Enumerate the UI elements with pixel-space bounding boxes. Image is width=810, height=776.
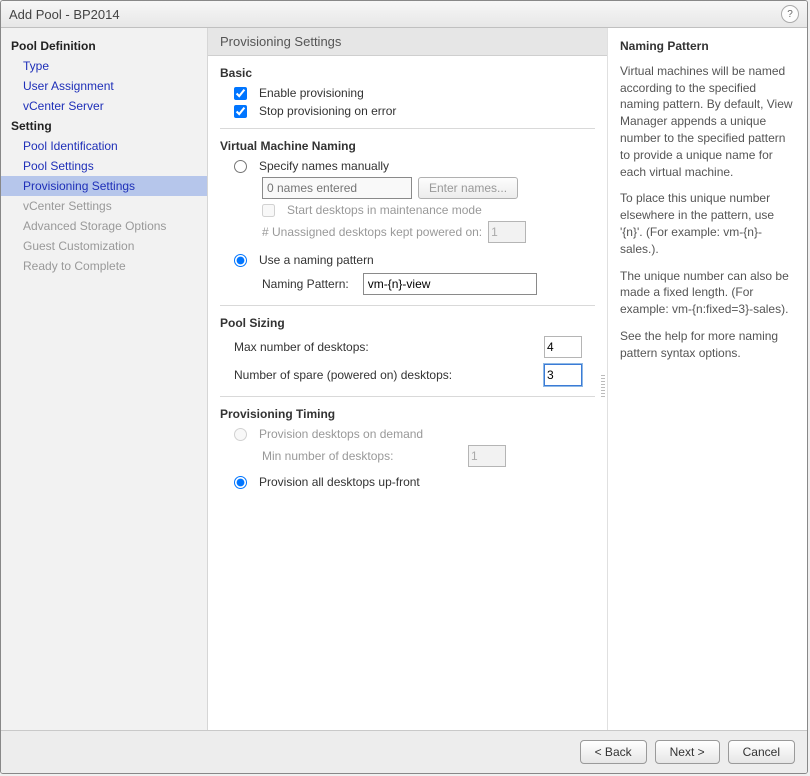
dialog-window: Add Pool - BP2014 ? Pool DefinitionTypeU…: [0, 0, 808, 774]
help-text-1: Virtual machines will be named according…: [620, 63, 795, 181]
help-title: Naming Pattern: [620, 38, 795, 55]
unassigned-input[interactable]: [488, 221, 526, 243]
provision-ondemand-label: Provision desktops on demand: [259, 427, 423, 441]
main-panel: Provisioning Settings Basic Enable provi…: [208, 28, 608, 730]
sidebar-header: Setting: [1, 116, 207, 136]
provision-ondemand-radio[interactable]: [234, 428, 247, 441]
section-timing-title: Provisioning Timing: [220, 407, 595, 421]
start-maintenance-checkbox[interactable]: [262, 204, 275, 217]
sidebar-item[interactable]: Pool Settings: [1, 156, 207, 176]
unassigned-label: # Unassigned desktops kept powered on:: [262, 225, 482, 239]
sidebar-item[interactable]: Type: [1, 56, 207, 76]
cancel-button[interactable]: Cancel: [728, 740, 795, 764]
sidebar-item: Guest Customization: [1, 236, 207, 256]
provision-upfront-label: Provision all desktops up-front: [259, 475, 420, 489]
sidebar-item: vCenter Settings: [1, 196, 207, 216]
spare-desktops-input[interactable]: [544, 364, 582, 386]
specify-names-label: Specify names manually: [259, 159, 389, 173]
next-button[interactable]: Next >: [655, 740, 720, 764]
spare-desktops-label: Number of spare (powered on) desktops:: [234, 368, 544, 382]
wizard-sidebar: Pool DefinitionTypeUser AssignmentvCente…: [1, 28, 208, 730]
dialog-body: Pool DefinitionTypeUser AssignmentvCente…: [1, 28, 807, 730]
use-pattern-label: Use a naming pattern: [259, 253, 374, 267]
help-text-4: See the help for more naming pattern syn…: [620, 328, 795, 362]
enable-provisioning-checkbox[interactable]: [234, 87, 247, 100]
specify-names-radio[interactable]: [234, 160, 247, 173]
max-desktops-label: Max number of desktops:: [234, 340, 544, 354]
title-bar: Add Pool - BP2014 ?: [1, 1, 807, 28]
panel-header: Provisioning Settings: [208, 28, 607, 56]
sidebar-item[interactable]: Pool Identification: [1, 136, 207, 156]
sidebar-item[interactable]: vCenter Server: [1, 96, 207, 116]
min-desktops-label: Min number of desktops:: [262, 449, 462, 463]
sidebar-header: Pool Definition: [1, 36, 207, 56]
max-desktops-input[interactable]: [544, 336, 582, 358]
naming-pattern-label: Naming Pattern:: [262, 277, 349, 291]
min-desktops-input[interactable]: [468, 445, 506, 467]
names-entered-input[interactable]: [262, 177, 412, 199]
sidebar-item[interactable]: User Assignment: [1, 76, 207, 96]
naming-pattern-input[interactable]: [363, 273, 537, 295]
provision-upfront-radio[interactable]: [234, 476, 247, 489]
sidebar-item: Advanced Storage Options: [1, 216, 207, 236]
help-panel: Naming Pattern Virtual machines will be …: [608, 28, 807, 730]
help-text-3: The unique number can also be made a fix…: [620, 268, 795, 318]
use-pattern-radio[interactable]: [234, 254, 247, 267]
sidebar-item[interactable]: Provisioning Settings: [1, 176, 207, 196]
enable-provisioning-label: Enable provisioning: [259, 86, 364, 100]
back-button[interactable]: < Back: [580, 740, 647, 764]
dialog-footer: < Back Next > Cancel: [1, 730, 807, 773]
section-basic-title: Basic: [220, 66, 595, 80]
stop-on-error-label: Stop provisioning on error: [259, 104, 396, 118]
enter-names-button[interactable]: Enter names...: [418, 177, 518, 199]
sidebar-item: Ready to Complete: [1, 256, 207, 276]
section-naming-title: Virtual Machine Naming: [220, 139, 595, 153]
stop-on-error-checkbox[interactable]: [234, 105, 247, 118]
content-area: Provisioning Settings Basic Enable provi…: [208, 28, 807, 730]
help-text-2: To place this unique number elsewhere in…: [620, 190, 795, 257]
section-sizing-title: Pool Sizing: [220, 316, 595, 330]
start-maintenance-label: Start desktops in maintenance mode: [287, 203, 482, 217]
window-title: Add Pool - BP2014: [9, 7, 120, 22]
help-icon[interactable]: ?: [781, 5, 799, 23]
